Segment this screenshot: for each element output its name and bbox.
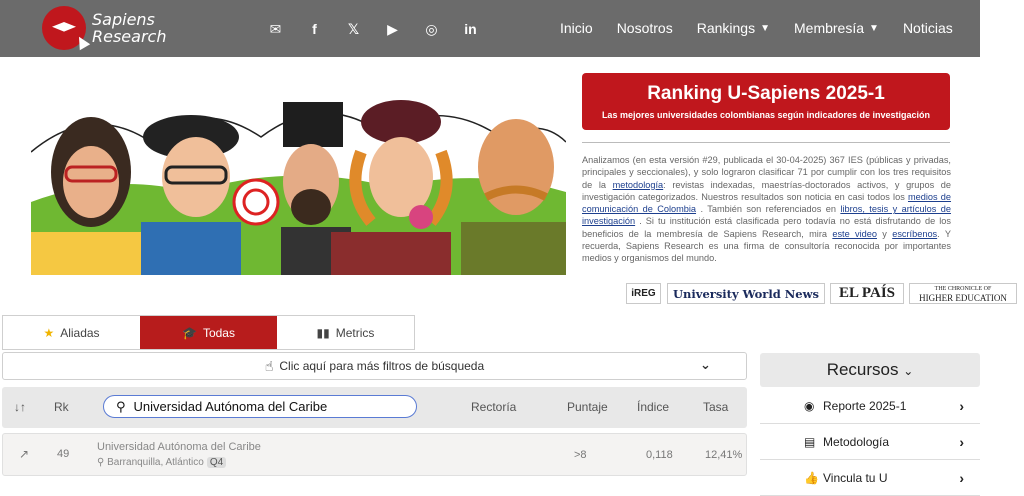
globe-icon: ◉ [804,398,815,413]
metodologia-link[interactable]: metodología [613,180,664,190]
column-tasa[interactable]: Tasa [703,400,728,414]
youtube-icon[interactable]: ▶ [373,18,412,40]
ranking-title: Ranking U-Sapiens 2025-1 [647,83,885,104]
filters-toggle[interactable]: ☝ Clic aquí para más filtros de búsqueda… [2,352,747,380]
nav-nosotros[interactable]: Nosotros [617,20,673,36]
chevron-down-icon: ⌄ [903,364,914,378]
table-row[interactable]: ↗ 49 Universidad Autónoma del Caribe ⚲ B… [2,433,747,476]
map-pin-icon: ⚲ [97,457,108,468]
filters-label: Clic aquí para más filtros de búsqueda [279,359,485,373]
row-puntaje: >8 [574,449,587,461]
x-icon[interactable]: 𝕏 [334,18,373,40]
social-links: ✉ f 𝕏 ▶ ◎ in [256,18,490,40]
brand-wordmark: Sapiens Research [92,11,166,45]
search-input[interactable] [133,399,394,414]
caret-down-icon: ▼ [760,22,770,34]
chevron-right-icon: › [959,469,964,486]
el-pais-logo[interactable]: EL PAÍS [830,283,904,304]
search-icon: ⚲ [116,398,126,414]
ranking-description: Analizamos (en esta versión #29, publica… [582,155,952,264]
trend-up-icon: ↗ [19,447,30,461]
star-icon: ★ [43,325,55,340]
tab-metrics[interactable]: ▮▮ Metrics [277,316,414,349]
graduation-cap-icon: 🎓 [182,325,197,340]
cartoon-people-illustration [31,92,566,275]
graduation-cap-icon [42,6,91,51]
ranking-tabs: ★ Aliadas 🎓 Todas ▮▮ Metrics [2,315,415,350]
ireg-logo[interactable]: iREG [626,283,661,304]
facebook-icon[interactable]: f [295,18,334,40]
chevron-right-icon: › [959,433,964,450]
mail-icon[interactable]: ✉ [256,18,295,40]
top-navbar: Sapiens Research ✉ f 𝕏 ▶ ◎ in Inicio Nos… [0,0,980,57]
divider [582,142,950,143]
chronicle-logo[interactable]: THE CHRONICLE OF HIGHER EDUCATION [909,283,1017,304]
row-location: ⚲ Barranquilla, Atlántico Q4 [97,457,227,468]
row-indice: 0,118 [646,449,673,461]
column-puntaje[interactable]: Puntaje [567,400,608,414]
caret-down-icon: ▼ [869,22,879,34]
nav-inicio[interactable]: Inicio [560,20,593,36]
resource-reporte[interactable]: ◉ Reporte 2025-1 › [760,388,980,424]
tab-todas[interactable]: 🎓 Todas [140,316,277,349]
brand-line2: Research [92,27,167,46]
tab-aliadas[interactable]: ★ Aliadas [3,316,140,349]
search-box: ⚲ [103,395,417,418]
hero-illustration [31,82,566,275]
row-tasa: 12,41% [705,449,743,461]
chevron-right-icon: › [959,397,964,414]
ranking-banner[interactable]: Ranking U-Sapiens 2025-1 Las mejores uni… [582,73,950,130]
table-header: ↓↑ Rk ⚲ Rectoría Puntaje Índice Tasa [2,387,747,428]
bar-chart-icon: ▮▮ [316,325,330,340]
main-nav: Inicio Nosotros Rankings ▼ Membresía ▼ Not… [560,20,977,36]
row-university-name[interactable]: Universidad Autónoma del Caribe [97,441,261,453]
brand-logo[interactable]: Sapiens Research [42,6,178,51]
quartile-badge: Q4 [206,457,227,468]
escribenos-link[interactable]: escríbenos [892,229,937,239]
thumbs-up-icon: 👍 [804,470,819,485]
resource-metodologia[interactable]: ▤ Metodología › [760,424,980,460]
resource-vincula[interactable]: 👍 Vincula tu U › [760,460,980,496]
instagram-icon[interactable]: ◎ [412,18,451,40]
column-rk[interactable]: Rk [54,400,69,414]
sort-icon[interactable]: ↓↑ [14,400,26,414]
pointer-hand-icon: ☝ [264,357,274,374]
book-icon: ▤ [804,434,816,449]
nav-rankings[interactable]: Rankings ▼ [697,20,770,36]
row-rank: 49 [57,448,70,460]
ranking-subtitle: Las mejores universidades colombianas se… [601,110,931,120]
column-rectoria[interactable]: Rectoría [471,400,516,414]
video-link[interactable]: este video [832,229,877,239]
university-world-news-logo[interactable]: University World News [667,283,825,304]
chevron-down-icon: ⌄ [700,357,711,372]
linkedin-icon[interactable]: in [451,18,490,40]
brand-line1: Sapiens [92,10,155,29]
nav-membresia[interactable]: Membresía ▼ [794,20,879,36]
nav-noticias[interactable]: Noticias [903,20,953,36]
resources-header[interactable]: Recursos ⌄ [760,353,980,387]
column-indice[interactable]: Índice [637,400,669,414]
